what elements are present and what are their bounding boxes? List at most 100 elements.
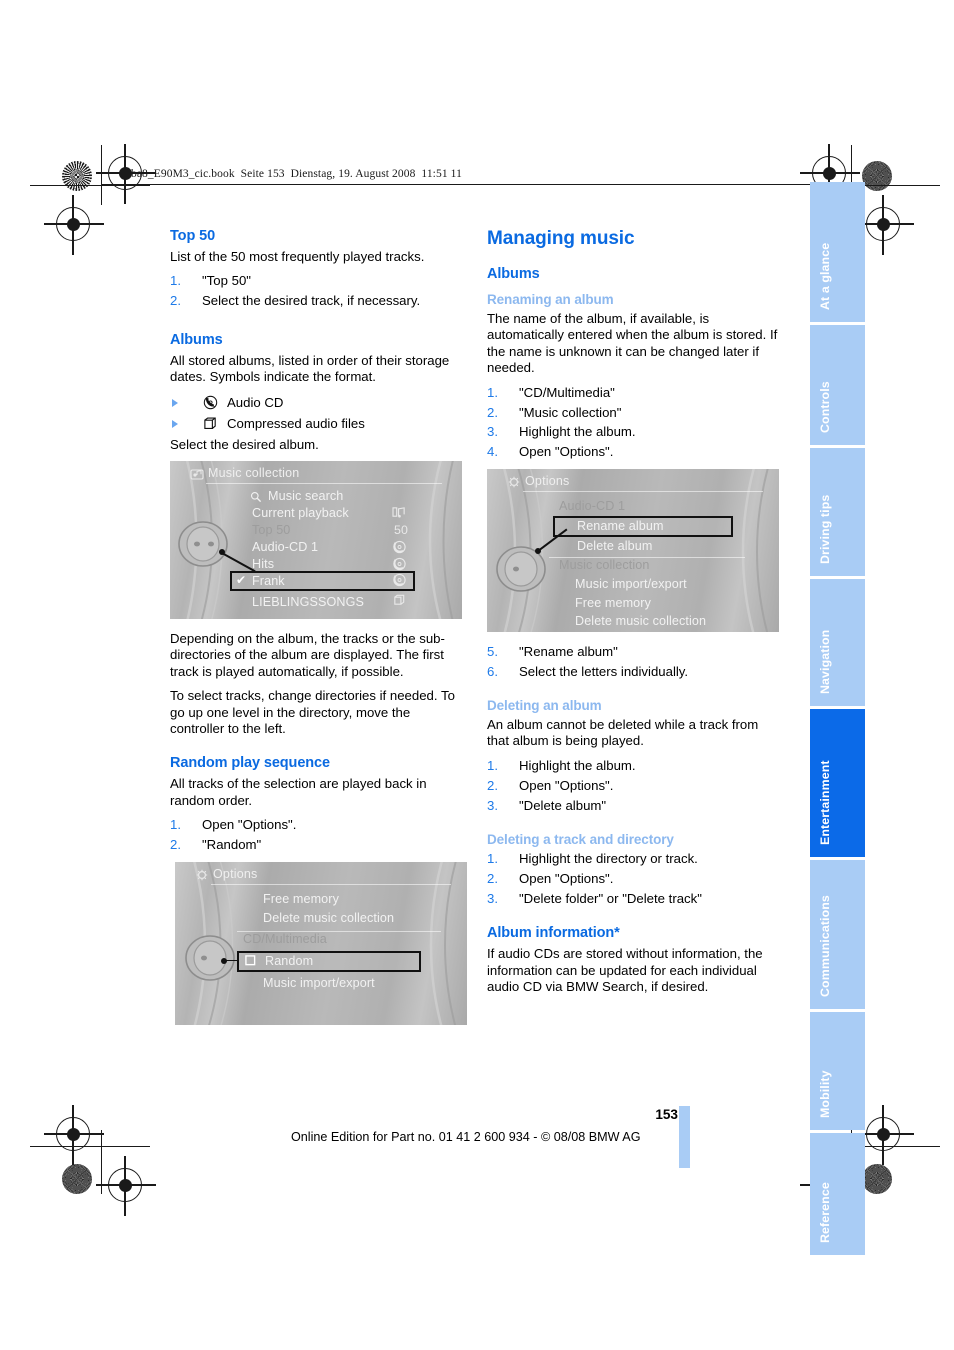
registration-mark-bottom-left (96, 1156, 156, 1216)
list-item: "Top 50" (170, 273, 251, 290)
heading-deleting-an-album: Deleting an album (487, 698, 602, 714)
tab-label: Driving tips (817, 494, 832, 564)
right-column: Managing music Albums Renaming an album … (487, 228, 783, 1004)
screenshot-title: Options (525, 473, 570, 488)
tab-at-a-glance[interactable]: At a glance (810, 182, 865, 322)
deleting-album-steps: Highlight the album. Open "Options". "De… (487, 757, 783, 815)
list-item: "Rename album" (487, 643, 618, 661)
crop-line-bottom-left (30, 1146, 150, 1148)
cd-icon (392, 573, 407, 590)
heading-top-50: Top 50 (170, 228, 216, 244)
tab-label: Communications (817, 895, 832, 997)
heading-deleting-track-directory: Deleting a track and directory (487, 832, 674, 848)
tab-label: Reference (817, 1182, 832, 1243)
shot-list-item: Top 50 (252, 522, 291, 537)
list-item: "CD/Multimedia" (487, 384, 615, 402)
crop-line-top-left (30, 185, 150, 187)
shot-list-item: Free memory (575, 595, 651, 610)
magnifier-icon (250, 491, 262, 506)
albums-intro: All stored albums, listed in order of th… (170, 352, 450, 385)
halftone-star-target-top-left (62, 161, 92, 191)
list-item: Highlight the album. (487, 424, 636, 441)
tab-reference[interactable]: Reference (810, 1133, 865, 1255)
tab-label: Mobility (817, 1070, 832, 1118)
shot-list-item: Frank (252, 573, 285, 588)
shot-list-item: LIEBLINGSSONGS (252, 594, 364, 609)
list-item: Highlight the album. (487, 757, 636, 775)
renaming-steps-continued: "Rename album" Select the letters indivi… (487, 643, 783, 681)
folder-icon (392, 593, 407, 610)
shot-list-item: Music import/export (575, 576, 687, 591)
crop-line-left-vertical-bottom (101, 1130, 103, 1194)
idrive-controller-knob (182, 930, 235, 982)
deleting-album-intro: An album cannot be deleted while a track… (487, 717, 759, 749)
music-collection-title-icon (190, 467, 204, 480)
checkmark-icon: ✔ (236, 572, 247, 587)
tab-controls[interactable]: Controls (810, 325, 865, 445)
list-item: Select the letters individually. (487, 663, 689, 681)
halftone-dot-target-bottom-left (62, 1164, 92, 1194)
chapter-tab-rail: At a glance Controls Driving tips Naviga… (810, 182, 865, 1255)
album-information-body: If audio CDs are stored without informat… (487, 946, 763, 995)
shot-list-item: Hits (252, 556, 275, 571)
footer-imprint: Online Edition for Part no. 01 41 2 600 … (291, 1130, 641, 1144)
shot-list-item: Music collection (559, 557, 650, 572)
shot-list-item: Delete album (577, 538, 653, 553)
random-steps: Open "Options". "Random" (170, 817, 466, 854)
shot-list-item: Rename album (577, 518, 664, 533)
running-head-rule (101, 184, 851, 185)
checkbox-icon (245, 954, 256, 969)
options-title-icon (195, 868, 209, 880)
options-title-icon (507, 475, 521, 487)
list-item: Select the desired track, if necessary. (170, 293, 421, 310)
shot-list-item: CD/Multimedia (243, 931, 327, 946)
screenshot-rule (206, 482, 442, 484)
album-format-label: Compressed audio files (227, 415, 365, 431)
list-item: Open "Options". (487, 777, 614, 795)
tab-navigation[interactable]: Navigation (810, 579, 865, 706)
crop-line-left-vertical (101, 145, 103, 205)
page-number: 153 (655, 1107, 678, 1122)
running-head: ba8_E90M3_cic.book Seite 153 Dienstag, 1… (131, 168, 462, 180)
registration-mark-top-right-outer (854, 195, 914, 255)
halftone-dot-target-top-right (862, 161, 892, 191)
tab-label: At a glance (817, 242, 832, 310)
heading-album-information: Album information* (487, 925, 620, 942)
list-item-compressed: Compressed audio files (170, 415, 466, 432)
list-item-audio-cd: Audio CD (170, 394, 466, 411)
tab-driving-tips[interactable]: Driving tips (810, 448, 865, 576)
screenshot-rule (523, 490, 763, 492)
screenshot-rule (211, 883, 451, 885)
heading-random-play-sequence: Random play sequence (170, 755, 330, 772)
screenshot-title: Music collection (208, 465, 300, 480)
leader-dot (221, 957, 227, 964)
heading-albums-left: Albums (170, 331, 223, 348)
tab-mobility[interactable]: Mobility (810, 1012, 865, 1130)
shot-list-item: Music search (268, 488, 344, 503)
renaming-steps: "CD/Multimedia" "Music collection" Highl… (487, 384, 783, 462)
heading-renaming-an-album: Renaming an album (487, 292, 614, 307)
audio-cd-icon (202, 395, 219, 410)
screenshot-music-collection: Music collection Music search Current pl… (170, 460, 462, 619)
shot-list-item: Delete music collection (263, 910, 395, 925)
random-intro: All tracks of the selection are played b… (170, 776, 427, 808)
tab-label: Navigation (817, 629, 832, 694)
page-title: Managing music (487, 228, 635, 249)
cd-icon (392, 540, 407, 557)
tab-entertainment[interactable]: Entertainment (810, 709, 865, 857)
screenshot-options-random: Options Free memory Delete music collect… (175, 861, 467, 1025)
shot-list-item: Free memory (263, 891, 339, 906)
tab-communications[interactable]: Communications (810, 860, 865, 1009)
note-icon (392, 506, 407, 522)
list-item: Open "Options". (487, 444, 614, 461)
list-item: "Music collection" (487, 404, 622, 422)
left-column: Top 50 List of the 50 most frequently pl… (170, 228, 467, 1037)
renaming-intro: The name of the album, if available, is … (487, 311, 778, 376)
after-shot-paragraph-1: Depending on the album, the tracks or th… (170, 630, 445, 679)
list-item: Highlight the directory or track. (487, 851, 698, 868)
shot-list-item: Delete music collection (575, 613, 707, 628)
heading-albums-right: Albums (487, 266, 540, 282)
shot-list-item: Audio-CD 1 (252, 539, 319, 554)
